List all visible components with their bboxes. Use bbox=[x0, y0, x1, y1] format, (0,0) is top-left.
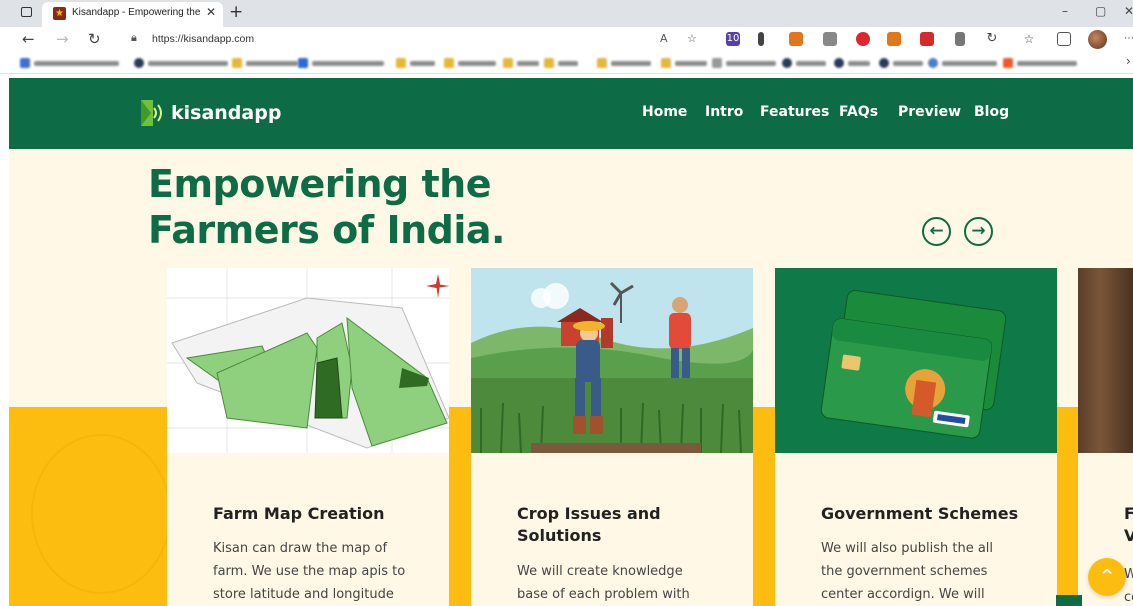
decorative-curve bbox=[31, 434, 171, 594]
browser-tab[interactable]: ★ Kisandapp - Empowering the far ✕ bbox=[42, 2, 223, 27]
card-description-line: farm. We use the map apis to bbox=[213, 564, 406, 579]
favorite-item[interactable] bbox=[544, 57, 578, 69]
nav-faqs[interactable]: FAQs bbox=[839, 104, 878, 120]
more-favorites-icon[interactable]: › bbox=[1126, 54, 1131, 68]
nav-preview[interactable]: Preview bbox=[898, 104, 961, 120]
hero-title: Empowering the Farmers of India. bbox=[148, 161, 568, 253]
card-description-line: the government schemes bbox=[821, 564, 988, 579]
lock-icon[interactable]: 🔒︎ bbox=[131, 31, 137, 45]
card-description-line: co bbox=[1124, 590, 1133, 605]
favorite-item[interactable] bbox=[396, 57, 435, 69]
card-description-line: base of each problem with bbox=[517, 587, 690, 602]
feature-card-partial[interactable]: F V W co bbox=[1078, 268, 1133, 606]
card-title-line: V bbox=[1124, 526, 1133, 545]
kisan-credit-card-image bbox=[775, 268, 1057, 453]
new-tab-button[interactable]: + bbox=[229, 2, 243, 22]
nav-home[interactable]: Home bbox=[642, 104, 687, 120]
read-aloud-icon[interactable]: A bbox=[660, 32, 668, 45]
card-title: Government Schemes bbox=[821, 504, 1019, 523]
favorite-item[interactable] bbox=[1003, 57, 1077, 69]
card-description-line: We will create knowledge bbox=[517, 564, 683, 579]
kisandapp-logo-icon[interactable] bbox=[139, 98, 166, 128]
browser-tab-strip: ★ Kisandapp - Empowering the far ✕ + – ▢… bbox=[0, 0, 1133, 27]
close-tab-icon[interactable]: ✕ bbox=[206, 5, 216, 19]
brand-name[interactable]: kisandapp bbox=[171, 102, 281, 124]
red-extension-icon[interactable] bbox=[856, 32, 870, 46]
key-extension-icon[interactable] bbox=[758, 32, 764, 46]
add-favorite-icon[interactable]: ☆ bbox=[687, 32, 697, 45]
favorite-item[interactable] bbox=[298, 57, 384, 69]
forward-icon[interactable]: → bbox=[56, 30, 69, 48]
site-header: kisandapp Home Intro Features FAQs Previ… bbox=[9, 78, 1133, 149]
scroll-to-top-button[interactable]: ^ bbox=[1088, 558, 1126, 596]
hero-title-line-1: Empowering the bbox=[148, 162, 491, 206]
card-description: We will also publish the all the governm… bbox=[821, 537, 1021, 606]
card-description: W co bbox=[1124, 563, 1133, 606]
favorite-item[interactable] bbox=[928, 57, 997, 69]
decorative-green-block bbox=[1056, 595, 1082, 606]
collections-icon[interactable] bbox=[1057, 32, 1071, 46]
restore-button[interactable]: ▢ bbox=[1095, 4, 1106, 18]
favorite-item[interactable] bbox=[444, 57, 496, 69]
refresh-icon[interactable]: ↻ bbox=[88, 30, 101, 48]
favorite-item[interactable] bbox=[782, 57, 826, 69]
profile-avatar[interactable] bbox=[1088, 30, 1107, 49]
card-title: Farm Map Creation bbox=[213, 504, 385, 523]
farm-map-image bbox=[167, 268, 449, 453]
nav-intro[interactable]: Intro bbox=[705, 104, 743, 120]
nav-features[interactable]: Features bbox=[760, 104, 829, 120]
card-description-line: Kisan can draw the map of bbox=[213, 541, 388, 556]
browser-toolbar: ← → ↻ 🔒︎ https://kisandapp.com A ☆ 10 ↻ … bbox=[0, 27, 1133, 52]
brush-extension-icon[interactable] bbox=[920, 32, 934, 46]
wood-texture-image bbox=[1078, 268, 1133, 453]
card-description-line: We will also publish the all bbox=[821, 541, 994, 556]
prev-slide-button[interactable]: ← bbox=[922, 217, 951, 246]
hero-title-line-2: Farmers of India. bbox=[148, 208, 505, 252]
card-description: Kisan can draw the map of farm. We use t… bbox=[213, 537, 413, 606]
feature-card-government-schemes[interactable]: Government Schemes We will also publish … bbox=[775, 268, 1057, 606]
nav-blog[interactable]: Blog bbox=[974, 104, 1009, 120]
farmers-illustration-image bbox=[471, 268, 753, 453]
metamask-icon[interactable] bbox=[789, 32, 803, 46]
card-description-line: center accordign. We will bbox=[821, 587, 985, 602]
fox-extension-icon[interactable] bbox=[887, 32, 901, 46]
card-title: F V bbox=[1124, 503, 1133, 547]
favorite-item[interactable] bbox=[879, 57, 923, 69]
tab-title: Kisandapp - Empowering the far bbox=[72, 7, 200, 18]
back-icon[interactable]: ← bbox=[22, 30, 35, 48]
pen-extension-icon[interactable] bbox=[955, 32, 965, 46]
card-title-line: Solutions bbox=[517, 526, 602, 545]
more-icon[interactable]: ⋯ bbox=[1122, 32, 1133, 46]
favorite-item[interactable] bbox=[20, 57, 119, 69]
kisandapp-favicon-icon: ★ bbox=[53, 7, 66, 20]
copy-extension-icon[interactable] bbox=[823, 32, 837, 46]
refresh-extension-icon[interactable]: ↻ bbox=[985, 32, 999, 46]
minimize-button[interactable]: – bbox=[1062, 4, 1068, 18]
card-title: Crop Issues and Solutions bbox=[517, 503, 717, 547]
favorites-bar: › bbox=[0, 52, 1133, 74]
close-window-button[interactable]: ✕ bbox=[1124, 4, 1133, 18]
favorite-item[interactable] bbox=[503, 57, 539, 69]
card-title-line: Crop Issues and bbox=[517, 504, 661, 523]
card-description-line: store latitude and longitude bbox=[213, 587, 394, 602]
favorite-item[interactable] bbox=[232, 57, 298, 69]
feature-card-farm-map[interactable]: Farm Map Creation Kisan can draw the map… bbox=[167, 268, 449, 606]
next-slide-button[interactable]: → bbox=[964, 217, 993, 246]
hero-section: Empowering the Farmers of India. ← → Far… bbox=[9, 149, 1133, 606]
extension-icon-badge[interactable]: 10 bbox=[726, 32, 740, 46]
card-title-line: F bbox=[1124, 504, 1133, 523]
card-description: We will create knowledge base of each pr… bbox=[517, 560, 717, 606]
favorites-icon[interactable]: ☆ bbox=[1022, 32, 1036, 46]
url-text[interactable]: https://kisandapp.com bbox=[152, 33, 254, 45]
tab-actions-icon[interactable] bbox=[21, 7, 32, 17]
feature-card-crop-issues[interactable]: Crop Issues and Solutions We will create… bbox=[471, 268, 753, 606]
favorite-item[interactable] bbox=[661, 57, 707, 69]
favorite-item[interactable] bbox=[834, 57, 870, 69]
favorite-item[interactable] bbox=[597, 57, 651, 69]
address-bar[interactable]: 🔒︎ https://kisandapp.com A ☆ bbox=[115, 28, 710, 50]
favorite-item[interactable] bbox=[134, 57, 228, 69]
favorite-item[interactable] bbox=[712, 57, 776, 69]
